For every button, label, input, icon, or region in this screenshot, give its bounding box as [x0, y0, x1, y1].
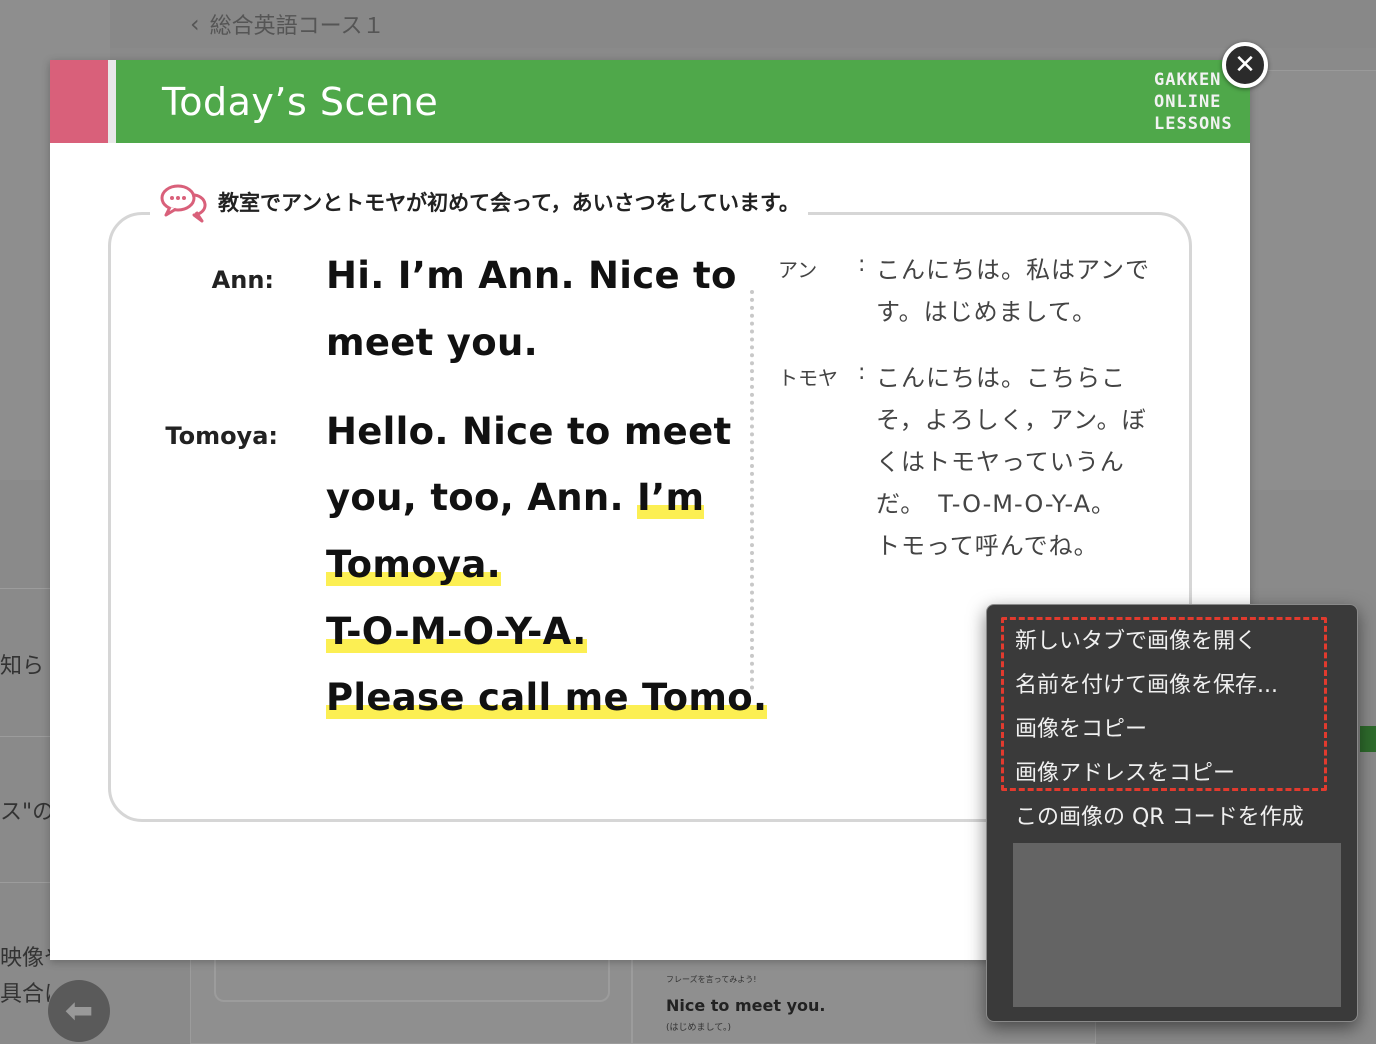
menu-item-copy-image-address[interactable]: 画像アドレスをコピー	[1015, 755, 1235, 787]
scene-title: Today’s Scene	[162, 80, 439, 124]
dialogue-line: Please call me Tomo.	[326, 676, 768, 719]
chevron-left-icon: ‹	[190, 10, 200, 38]
translation-line: くはトモヤっていうん	[876, 448, 1125, 476]
scene-intro: 教室でアンとトモヤが初めて会って，あいさつをしています。	[150, 181, 808, 223]
side-text: 映像や	[0, 946, 50, 971]
translation-line: こんにちは。私はアンで	[876, 256, 1151, 284]
close-icon: ✕	[1234, 50, 1256, 80]
menu-item-open-image-new-tab[interactable]: 新しいタブで画像を開く	[1015, 623, 1257, 655]
brand-line: GAKKEN	[1154, 70, 1222, 90]
close-button[interactable]: ✕	[1222, 42, 1268, 88]
translation-line: トモって呼んでね。	[876, 532, 1099, 560]
back-link-label: 総合英語コース１	[209, 14, 385, 39]
dialogue-line: Hi. I’m Ann. Nice to	[326, 254, 737, 297]
speech-bubble-icon	[158, 181, 210, 223]
dotted-divider	[750, 290, 754, 690]
brand-logo: GAKKEN ONLINE LESSONS	[1154, 69, 1233, 135]
menu-item-save-image-as[interactable]: 名前を付けて画像を保存...	[1015, 667, 1278, 699]
header-stripe	[108, 60, 116, 143]
arrow-left-icon: ⬅	[64, 991, 94, 1031]
translation-line: す。はじめまして。	[876, 298, 1098, 326]
speaker-tomoya: Tomoya:	[165, 422, 278, 450]
dialogue-segment: you, too, Ann.	[326, 476, 624, 519]
translation-speaker: トモヤ	[778, 366, 838, 390]
dialogue-line: Tomoya.	[326, 543, 501, 586]
divider	[0, 588, 50, 589]
dialogue-line: Hello. Nice to meet	[326, 410, 732, 453]
side-text: 具合に	[0, 982, 50, 1007]
dialogue-line: you, too, Ann. I’m	[326, 476, 705, 519]
context-menu: 新しいタブで画像を開く 名前を付けて画像を保存... 画像をコピー 画像アドレス…	[986, 604, 1358, 1022]
header-accent	[50, 60, 108, 143]
highlighted-segment: Tomoya.	[326, 543, 501, 586]
translation-line: だ。 T-O-M-O-Y-A。	[876, 490, 1117, 518]
translation-speaker: アン	[778, 258, 818, 282]
background-right-panel	[1250, 70, 1376, 490]
side-text: 知ら	[0, 654, 45, 679]
card-phrase-translation: (はじめまして。)	[666, 1023, 731, 1033]
menu-preview-area	[1013, 843, 1341, 1007]
intro-text: 教室でアンとトモヤが初めて会って，あいさつをしています。	[218, 191, 800, 215]
brand-line: ONLINE	[1154, 92, 1222, 112]
translation-line: こんにちは。こちらこ	[876, 364, 1126, 392]
speaker-ann: Ann:	[211, 266, 274, 294]
dialogue-line: meet you.	[326, 321, 538, 364]
highlighted-segment: T-O-M-O-Y-A.	[326, 610, 587, 653]
dialogue-line: T-O-M-O-Y-A.	[326, 610, 587, 653]
translation-line: そ，よろしく，アン。ぼ	[876, 406, 1147, 434]
back-link[interactable]: ‹ 総合英語コース１	[190, 8, 385, 40]
translation-colon: :	[858, 360, 866, 385]
brand-line: LESSONS	[1154, 114, 1233, 134]
background-green-tab	[1360, 726, 1376, 752]
card-phrase: Nice to meet you.	[666, 996, 826, 1015]
highlighted-segment: Please call me Tomo.	[326, 676, 768, 719]
scene-header: Today’s Scene GAKKEN ONLINE LESSONS	[50, 60, 1250, 143]
divider	[0, 882, 50, 883]
previous-button[interactable]: ⬅	[48, 980, 110, 1042]
menu-item-copy-image[interactable]: 画像をコピー	[1015, 711, 1147, 743]
side-text: ス"の	[0, 800, 50, 825]
highlighted-segment: I’m	[637, 476, 705, 519]
menu-item-create-qr-code[interactable]: この画像の QR コードを作成	[1015, 799, 1304, 831]
translation-colon: :	[858, 252, 866, 277]
divider	[0, 736, 50, 737]
card-phrase-hint: フレーズを言ってみよう!	[666, 975, 757, 984]
